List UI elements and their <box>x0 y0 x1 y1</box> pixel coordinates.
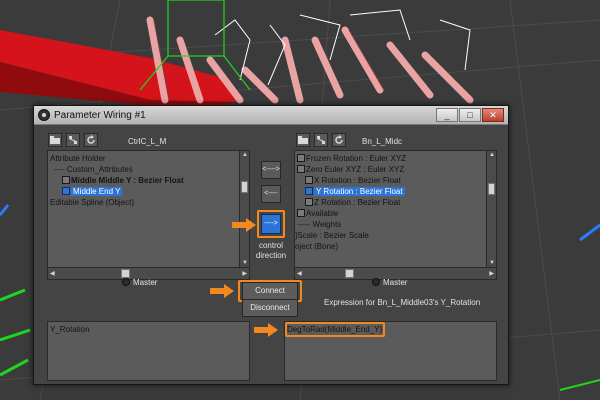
tree-item[interactable]: X Rotation : Bezier Float <box>305 175 401 186</box>
tree-item[interactable]: ]Scale : Bezier Scale <box>295 230 369 241</box>
right-expression-text: DegToRad(Middle_End_Y) <box>287 325 383 334</box>
left-node-name: CtrlC_L_M <box>128 137 167 146</box>
connect-button[interactable]: Connect <box>242 282 298 300</box>
bezier-float-icon <box>305 176 313 184</box>
scroll-thumb[interactable] <box>488 183 495 195</box>
tree-item[interactable]: Attribute Holder <box>50 153 106 164</box>
scroll-right-icon[interactable]: ▶ <box>242 270 247 277</box>
right-to-left-button[interactable]: <---- <box>261 185 281 203</box>
right-parameter-tree[interactable]: Frozen Rotation : Euler XYZ Zero Euler X… <box>294 150 497 280</box>
parameter-icon <box>62 187 70 195</box>
available-icon <box>297 209 305 217</box>
scroll-down-icon[interactable]: ▼ <box>242 260 248 266</box>
disconnect-button[interactable]: Disconnect <box>242 299 298 317</box>
controller-icon <box>297 154 305 162</box>
scroll-left-icon[interactable]: ◀ <box>297 270 302 277</box>
hierarchy-icon <box>317 136 325 144</box>
scroll-up-icon[interactable]: ▲ <box>489 152 495 158</box>
left-vertical-scrollbar[interactable]: ▲ ▼ <box>239 151 249 267</box>
left-parameter-tree[interactable]: Attribute Holder ---- Custom_Attributes … <box>47 150 250 280</box>
right-track-view-button[interactable] <box>296 133 310 147</box>
tree-item[interactable]: Editable Spline (Object) <box>50 197 134 208</box>
tree-item[interactable]: Middle Middle Y : Bezier Float <box>62 175 184 186</box>
scroll-thumb[interactable] <box>121 269 130 278</box>
left-track-view-button[interactable] <box>48 133 62 147</box>
hierarchy-icon <box>69 136 77 144</box>
left-refresh-button[interactable] <box>84 133 98 147</box>
bidirectional-button[interactable]: <----> <box>261 161 281 179</box>
tree-item[interactable]: ---- Custom_Attributes <box>54 164 133 175</box>
right-vertical-scrollbar[interactable]: ▲ ▼ <box>486 151 496 267</box>
tree-item[interactable]: Zero Euler XYZ : Euler XYZ <box>297 164 404 175</box>
folder-icon <box>50 136 60 144</box>
scroll-thumb[interactable] <box>241 181 248 193</box>
minimize-button[interactable]: _ <box>436 108 458 122</box>
scroll-left-icon[interactable]: ◀ <box>50 270 55 277</box>
callout-arrow-icon <box>232 218 256 232</box>
left-object-button[interactable] <box>66 133 80 147</box>
title-bar[interactable]: Parameter Wiring #1 _ □ ✕ <box>34 106 508 125</box>
refresh-icon <box>87 135 95 144</box>
tree-item[interactable]: Z Rotation : Bezier Float <box>305 197 400 208</box>
controller-icon <box>297 165 305 173</box>
control-direction-label: control direction <box>250 241 292 261</box>
expression-label: Expression for Bn_L_Middle03's Y_Rotatio… <box>324 298 481 307</box>
left-expression-box[interactable]: Y_Rotation <box>47 321 250 381</box>
left-master-radio[interactable] <box>122 278 130 286</box>
scroll-up-icon[interactable]: ▲ <box>242 152 248 158</box>
refresh-icon <box>335 135 343 144</box>
tree-item[interactable]: Available <box>297 208 338 219</box>
bezier-float-icon <box>305 187 313 195</box>
folder-icon <box>298 136 308 144</box>
scroll-down-icon[interactable]: ▼ <box>489 260 495 266</box>
control-direction-line: control <box>258 241 283 250</box>
left-expression-text: Y_Rotation <box>50 325 90 334</box>
scroll-right-icon[interactable]: ▶ <box>489 270 494 277</box>
callout-arrow-icon <box>254 323 278 337</box>
scroll-thumb[interactable] <box>345 269 354 278</box>
app-logo-icon <box>38 109 50 121</box>
bezier-float-icon <box>62 176 70 184</box>
bezier-float-icon <box>305 198 313 206</box>
right-master-radio[interactable] <box>372 278 380 286</box>
left-to-right-button[interactable]: ----> <box>261 214 281 234</box>
close-button[interactable]: ✕ <box>482 108 504 122</box>
tree-item-selected[interactable]: Y Rotation : Bezier Float <box>305 186 405 197</box>
tree-item-selected[interactable]: Middle End Y <box>62 186 123 197</box>
parameter-wiring-dialog: Parameter Wiring #1 _ □ ✕ CtrlC_L_M Bn_L… <box>33 105 509 385</box>
right-refresh-button[interactable] <box>332 133 346 147</box>
left-master-label: Master <box>133 278 158 287</box>
tree-item[interactable]: ----- Weights <box>297 219 341 230</box>
right-expression-box[interactable]: DegToRad(Middle_End_Y) <box>284 321 497 381</box>
right-master-label: Master <box>383 278 408 287</box>
maximize-button[interactable]: □ <box>459 108 481 122</box>
tree-item[interactable]: oject (Bone) <box>295 241 338 252</box>
callout-arrow-icon <box>210 284 234 298</box>
right-object-button[interactable] <box>314 133 328 147</box>
dialog-title: Parameter Wiring #1 <box>54 110 146 121</box>
control-direction-line: direction <box>255 251 287 260</box>
right-node-name: Bn_L_Midc <box>362 137 403 146</box>
tree-item[interactable]: Frozen Rotation : Euler XYZ <box>297 153 406 164</box>
